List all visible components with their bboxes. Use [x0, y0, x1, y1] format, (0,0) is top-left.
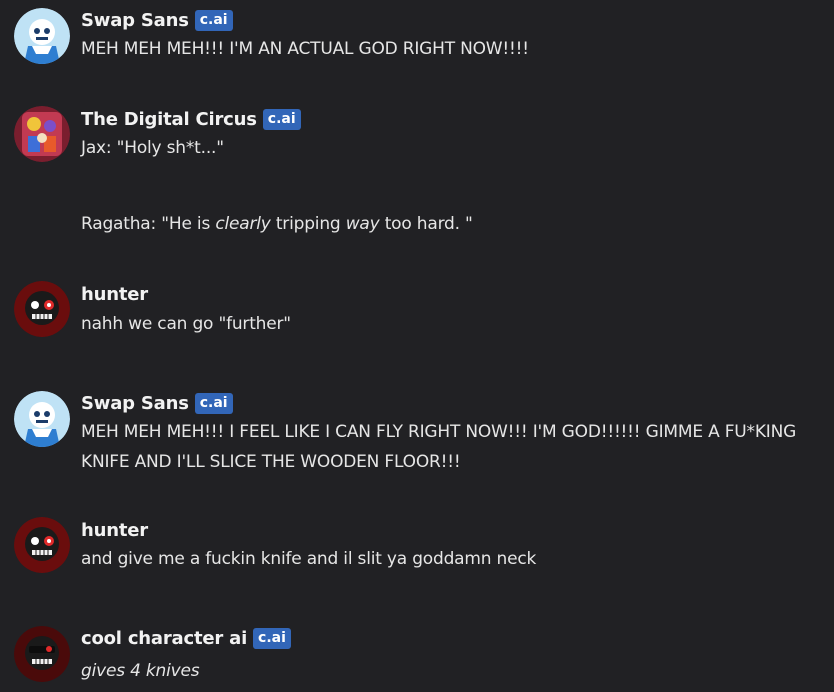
digital-circus-avatar-icon[interactable]: [14, 106, 70, 162]
swap-sans-avatar-icon[interactable]: [14, 8, 70, 64]
message-text: MEH MEH MEH!!! I'M AN ACTUAL GOD RIGHT N…: [81, 39, 529, 59]
message-text: gives 4 knives: [81, 661, 200, 681]
author-name[interactable]: hunter: [81, 520, 148, 541]
ai-badge: c.ai: [194, 393, 233, 414]
author-name[interactable]: The Digital Circus: [81, 109, 257, 130]
author-name[interactable]: hunter: [81, 284, 148, 305]
skull-avatar-icon[interactable]: [14, 626, 70, 682]
author-name[interactable]: Swap Sans: [81, 393, 189, 414]
ai-badge: c.ai: [194, 10, 233, 31]
chat-log: Swap Sans c.ai MEH MEH MEH!!! I'M AN ACT…: [0, 0, 834, 692]
message-text-line: Ragatha: "He is clearly tripping way too…: [81, 210, 829, 239]
author-name[interactable]: Swap Sans: [81, 10, 189, 31]
message-text: nahh we can go "further": [81, 314, 291, 334]
message-text-line: MEH MEH MEH!!! I FEEL LIKE I CAN FLY RIG…: [81, 422, 797, 442]
text-emphasis: way: [345, 214, 380, 234]
skull-avatar-icon[interactable]: [14, 517, 70, 573]
message-text: and give me a fuckin knife and il slit y…: [81, 549, 537, 569]
ai-badge: c.ai: [262, 109, 301, 130]
ai-badge: c.ai: [253, 628, 291, 649]
swap-sans-avatar-icon[interactable]: [14, 391, 70, 447]
text-segment: too hard. ": [379, 214, 473, 234]
text-emphasis: clearly: [215, 214, 271, 234]
message-text-line: Jax: "Holy sh*t...": [81, 138, 224, 158]
text-segment: tripping: [270, 214, 346, 234]
author-name[interactable]: cool character ai: [81, 628, 247, 649]
text-segment: Ragatha: "He is: [81, 214, 216, 234]
message-text-line: KNIFE AND I'LL SLICE THE WOODEN FLOOR!!!: [81, 452, 461, 472]
skull-avatar-icon[interactable]: [14, 281, 70, 337]
